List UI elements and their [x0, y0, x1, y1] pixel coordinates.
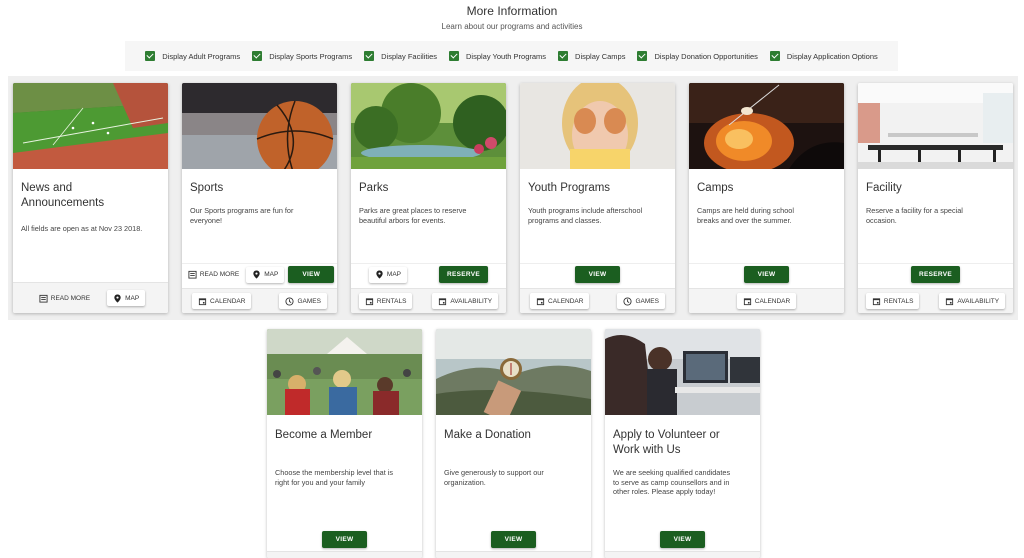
card-text: We are seeking qualified candidates to s… [613, 468, 731, 496]
calendar-icon [438, 297, 447, 306]
map-pin-icon [375, 270, 384, 279]
card-text: Parks are great places to reserve beauti… [359, 206, 467, 225]
checkbox-checked-icon[interactable] [145, 51, 156, 61]
card-title: Become a Member [275, 429, 373, 441]
page-subtitle: Learn about our programs and activities [441, 22, 583, 31]
card-text: Our Sports programs are fun for everyone… [190, 206, 294, 225]
games-button[interactable]: GAMES [279, 293, 327, 309]
card-title: Facility [866, 182, 902, 194]
card-title: Sports [190, 182, 224, 194]
calendar-icon [365, 297, 374, 306]
clock-icon [285, 296, 295, 306]
filter-facilities[interactable]: Display Facilities [364, 51, 437, 61]
checkbox-checked-icon[interactable] [364, 51, 375, 61]
card-text: Give generously to support our organizat… [444, 468, 544, 487]
basketball-image [182, 83, 337, 169]
card-news: News and Announcements All fields are op… [13, 83, 168, 313]
reserve-button[interactable]: RESERVE [439, 266, 489, 283]
calendar-note-icon [188, 270, 197, 279]
checkbox-checked-icon[interactable] [449, 51, 459, 61]
card-make-donation: Make a Donation Give generously to suppo… [436, 329, 591, 558]
card-text: Choose the membership level that is righ… [275, 468, 394, 487]
card-title: Youth Programs [528, 182, 611, 194]
calendar-note-icon [39, 294, 48, 303]
festival-crowd-image [267, 329, 422, 415]
availability-button[interactable]: AVAILABILITY [432, 293, 499, 309]
filter-adult-programs[interactable]: Display Adult Programs [145, 51, 240, 61]
calendar-icon [945, 297, 954, 306]
card-sports: Sports Our Sports programs are fun for e… [182, 83, 337, 313]
filter-bar: Display Adult Programs Display Sports Pr… [125, 41, 898, 71]
checkbox-checked-icon[interactable] [769, 51, 780, 61]
read-more-button[interactable]: READ MORE [36, 290, 93, 306]
filter-camps[interactable]: Display Camps [558, 51, 625, 61]
card-title: Apply to Volunteer or Work with Us [613, 429, 720, 456]
checkbox-checked-icon[interactable] [637, 51, 648, 61]
checkbox-checked-icon[interactable] [558, 51, 569, 61]
park-image [351, 83, 506, 169]
card-title: Camps [697, 182, 734, 194]
soccer-field-image [13, 83, 168, 169]
map-pin-icon [113, 293, 122, 303]
view-button[interactable]: VIEW [574, 266, 621, 283]
card-facility: Facility Reserve a facility for a specia… [858, 83, 1013, 313]
office-workers-image [605, 329, 760, 415]
card-apply-volunteer: Apply to Volunteer or Work with Us We ar… [605, 329, 760, 558]
filter-donation-opportunities[interactable]: Display Donation Opportunities [637, 51, 758, 61]
filter-sports-programs[interactable]: Display Sports Programs [252, 51, 352, 61]
view-button[interactable]: VIEW [321, 530, 368, 548]
reserve-button[interactable]: RESERVE [910, 266, 961, 283]
card-text: Camps are held during school breaks and … [697, 206, 794, 225]
page-title: More Information [466, 4, 558, 18]
calendar-icon [198, 297, 207, 306]
card-title: Make a Donation [444, 429, 531, 441]
view-button[interactable]: VIEW [743, 266, 790, 283]
calendar-icon [536, 297, 545, 306]
compass-hand-image [436, 329, 591, 415]
clock-icon [623, 296, 633, 306]
card-title: News and Announcements [21, 182, 105, 209]
view-button[interactable]: VIEW [490, 530, 537, 548]
conference-room-image [858, 83, 1013, 169]
view-button[interactable]: VIEW [288, 266, 335, 283]
campfire-image [689, 83, 844, 169]
map-button[interactable]: MAP [368, 266, 408, 283]
card-become-member: Become a Member Choose the membership le… [267, 329, 422, 558]
checkbox-checked-icon[interactable] [252, 51, 263, 61]
rentals-button[interactable]: RENTALS [358, 293, 413, 309]
map-button[interactable]: MAP [246, 266, 285, 283]
card-youth-programs: Youth Programs Youth programs include af… [520, 83, 675, 313]
card-text: All fields are open as at Nov 23 2018. [21, 224, 143, 233]
calendar-icon [872, 297, 881, 306]
games-button[interactable]: GAMES [617, 293, 665, 309]
filter-youth-programs[interactable]: Display Youth Programs [449, 51, 546, 61]
calendar-button[interactable]: CALENDAR [530, 293, 590, 309]
calendar-button[interactable]: CALENDAR [736, 293, 797, 309]
map-pin-icon [252, 270, 261, 279]
read-more-button[interactable]: READ MORE [185, 267, 242, 283]
card-title: Parks [359, 182, 389, 194]
calendar-icon [743, 297, 752, 306]
map-button[interactable]: MAP [107, 290, 146, 306]
card-parks: Parks Parks are great places to reserve … [351, 83, 506, 313]
child-with-eggs-image [520, 83, 675, 169]
rentals-button[interactable]: RENTALS [865, 293, 920, 309]
view-button[interactable]: VIEW [659, 530, 706, 548]
card-camps: Camps Camps are held during school break… [689, 83, 844, 313]
filter-application-options[interactable]: Display Application Options [769, 51, 878, 61]
card-text: Youth programs include afterschool progr… [528, 206, 643, 225]
calendar-button[interactable]: CALENDAR [192, 293, 252, 309]
availability-button[interactable]: AVAILABILITY [939, 293, 1006, 309]
card-text: Reserve a facility for a special occasio… [866, 206, 963, 225]
